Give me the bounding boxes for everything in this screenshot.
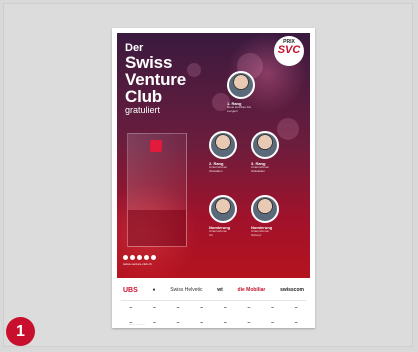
sponsors-area: UBS ● Swiss Helvetic wt die Mobiliar swi… (117, 282, 310, 327)
sponsor-ubs: UBS (123, 286, 138, 294)
instagram-icon[interactable] (144, 255, 149, 260)
poster-hero: Der Swiss Venture Club gratuliert PRIX S… (117, 33, 310, 278)
image-number-badge: 1 (6, 317, 35, 346)
sponsor-logo: ▬ (153, 306, 156, 309)
sponsor-logo: ▬ (129, 321, 133, 324)
sponsor-logo: ▬ (224, 306, 227, 309)
poster-image[interactable]: Der Swiss Venture Club gratuliert PRIX S… (112, 28, 315, 328)
poster-title: Der Swiss Venture Club gratuliert (125, 42, 186, 115)
sponsor-wt: wt (217, 287, 223, 293)
sponsor-logo: ▬ (247, 321, 251, 324)
sponsor-logo: ▬ (271, 321, 274, 324)
facebook-icon[interactable] (123, 255, 128, 260)
sponsor-mobiliar: die Mobiliar (237, 287, 266, 293)
prix-svc-logo: PRIX SVC (274, 36, 304, 66)
twitter-icon[interactable] (130, 255, 135, 260)
sponsor-logo: ▬ (224, 321, 227, 324)
sponsor-row-2: ▬ ▬ ▬ ▬ ▬ ▬ ▬ ▬ (117, 318, 310, 327)
avatar (209, 131, 237, 159)
sponsor-swiss-helvetic: Swiss Helvetic (170, 287, 203, 293)
nominee-1: Nomierung Unternehmen Uri (209, 195, 237, 237)
winner-1: 1. Rang Neue Holzbau AG Lungern (227, 71, 255, 113)
sponsor-logo: ▬ (176, 306, 180, 309)
sponsor-logo: ▬ (200, 306, 203, 309)
trophy-display-case (127, 133, 187, 247)
main-sponsors: UBS ● Swiss Helvetic wt die Mobiliar swi… (117, 282, 310, 298)
youtube-icon[interactable] (151, 255, 156, 260)
trophy-icon (150, 140, 162, 152)
sponsor-logo: ▬ (129, 306, 133, 309)
avatar (251, 131, 279, 159)
sponsor-logo: ▬ (271, 306, 274, 309)
sponsor-row-1: ▬ ▬ ▬ ▬ ▬ ▬ ▬ ▬ (117, 303, 310, 312)
sponsor-logo: ▬ (294, 321, 298, 324)
sponsor-logo: ▬ (176, 321, 180, 324)
linkedin-icon[interactable] (137, 255, 142, 260)
avatar (209, 195, 237, 223)
winner-3: 3. Rang Unternehmen Nidwalden (251, 131, 279, 173)
winner-2: 2. Rang Unternehmen Obwalden (209, 131, 237, 173)
sponsor-logo: ● (152, 287, 156, 293)
social-links: swiss-venture-club.ch (123, 255, 156, 266)
sponsor-logo: ▬ (153, 321, 156, 324)
sponsor-logo: ▬ (247, 306, 251, 309)
sponsor-logo: ▬ (200, 321, 203, 324)
sponsor-swisscom: swisscom (280, 287, 304, 293)
nominee-2: Nomierung Unternehmen Schwyz (251, 195, 279, 237)
avatar (227, 71, 255, 99)
avatar (251, 195, 279, 223)
sponsor-logo: ▬ (294, 306, 298, 309)
